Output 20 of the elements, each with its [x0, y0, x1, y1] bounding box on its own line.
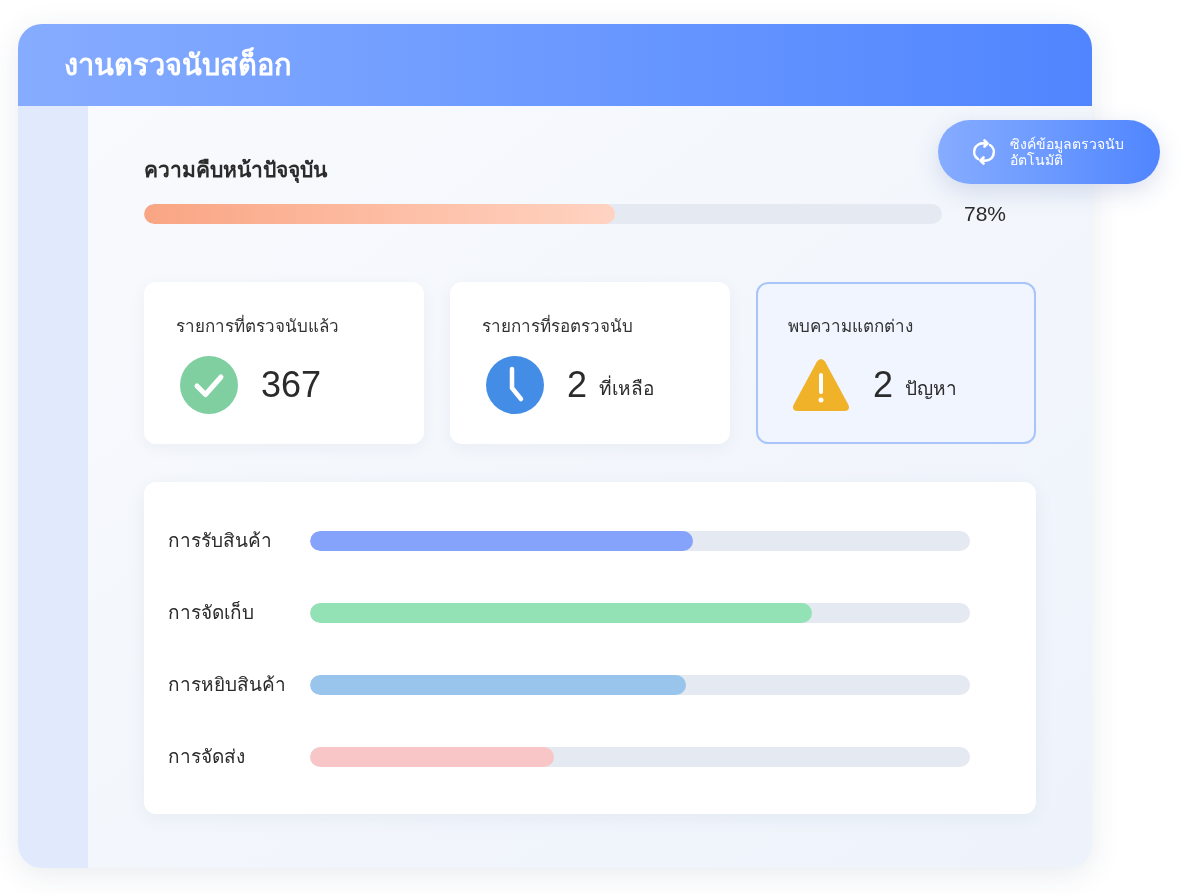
card-label: รายการที่ตรวจนับแล้ว	[176, 315, 339, 339]
stat-unit: ปัญหา	[905, 377, 958, 401]
warning-icon	[792, 358, 850, 412]
progress-heading: ความคืบหน้าปัจจุบัน	[144, 158, 327, 182]
window-title: งานตรวจนับสต็อก	[64, 47, 292, 83]
sync-button[interactable]: ซิงค์ข้อมูลตรวจนับ อัตโนมัติ	[938, 120, 1160, 184]
clock-icon	[486, 356, 544, 414]
stat-unit: ที่เหลือ	[599, 377, 655, 401]
sync-icon	[972, 139, 996, 165]
stage-label: การจัดเก็บ	[168, 601, 255, 625]
card-label: พบความแตกต่าง	[788, 316, 913, 338]
stat-value: 367	[261, 365, 322, 405]
stage-label: การจัดส่ง	[168, 745, 246, 769]
stat-value: 2	[873, 365, 894, 405]
stat-value: 2	[567, 365, 588, 405]
check-icon	[180, 356, 238, 414]
card-label: รายการที่รอตรวจนับ	[482, 315, 633, 339]
stage-label: การรับสินค้า	[168, 529, 273, 553]
progress-percentage: 78%	[964, 202, 1007, 226]
stage-label: การหยิบสินค้า	[168, 673, 287, 697]
